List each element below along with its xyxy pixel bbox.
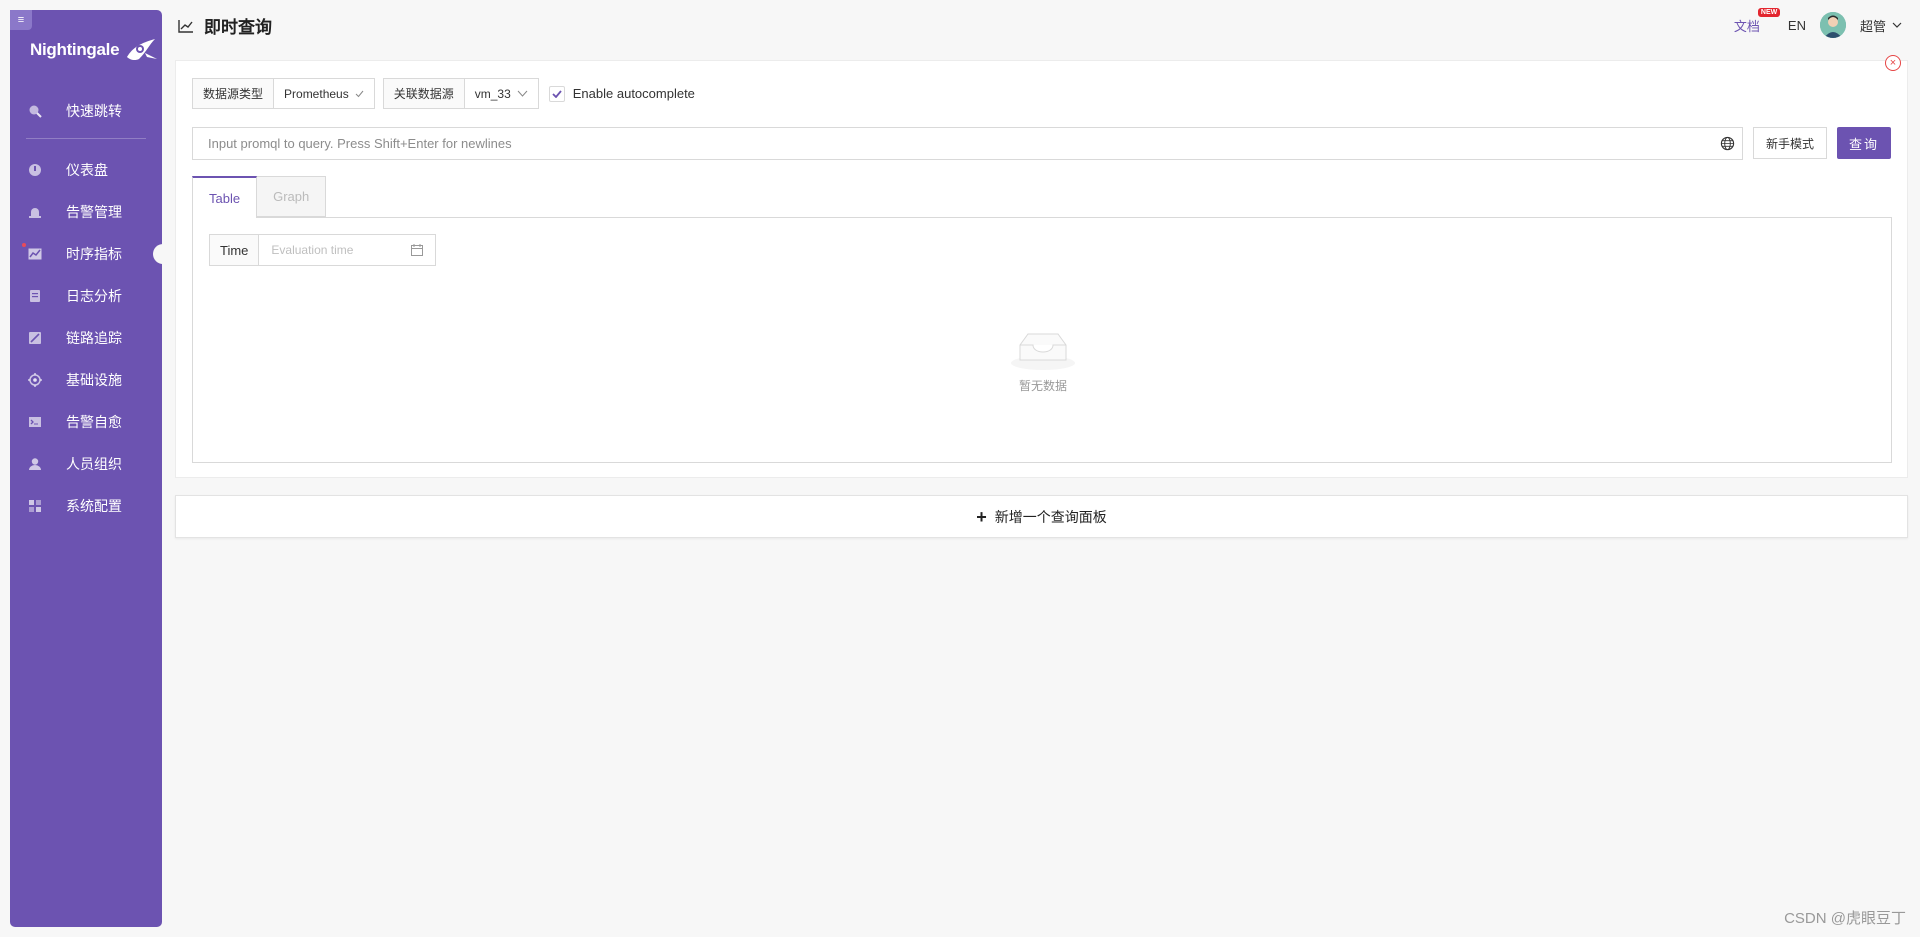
evaluation-time-group: Time Evaluation time: [209, 234, 437, 266]
globe-icon[interactable]: [1720, 136, 1735, 151]
chart-icon: [28, 247, 42, 261]
sidebar-item-self-healing[interactable]: 告警自愈: [10, 401, 162, 443]
query-panel: × 数据源类型 Prometheus 关联数据源 vm_33 Enable au…: [175, 55, 1908, 478]
sidebar-item-dashboard[interactable]: 仪表盘: [10, 149, 162, 191]
sidebar-item-tracing[interactable]: 链路追踪: [10, 317, 162, 359]
sidebar-item-people[interactable]: 人员组织: [10, 443, 162, 485]
novice-mode-button[interactable]: 新手模式: [1753, 127, 1827, 159]
sidebar-item-label: 快速跳转: [66, 103, 122, 119]
chevron-down-icon: [517, 90, 528, 97]
logo[interactable]: Nightingale: [30, 32, 159, 68]
header-actions: 文档 NEW EN 超管: [1733, 7, 1902, 40]
linked-datasource-select[interactable]: vm_33: [463, 78, 539, 109]
terminal-icon: [28, 415, 42, 429]
sidebar-nav: 快速跳转 仪表盘 告警管理 时序指标 日志分析 链路追踪 基础设施 告警自愈 人…: [10, 90, 163, 527]
linked-datasource-label: 关联数据源: [382, 78, 464, 109]
sidebar-item-quick-jump[interactable]: 快速跳转: [10, 90, 162, 132]
sidebar-item-alerts[interactable]: 告警管理: [10, 191, 162, 233]
app-root: ≡ Nightingale 快速跳转 仪表盘 告警管理 时序指标 日志分析 链路…: [0, 0, 1920, 937]
plus-icon: +: [976, 506, 987, 527]
check-icon: [552, 89, 562, 98]
time-label: Time: [209, 234, 259, 266]
autocomplete-toggle[interactable]: Enable autocomplete: [548, 85, 695, 102]
close-panel-icon[interactable]: ×: [1885, 55, 1901, 71]
user-menu[interactable]: 超管: [1860, 16, 1902, 35]
calendar-icon: [411, 244, 424, 256]
trace-icon: [28, 331, 42, 345]
datasource-type-group: 数据源类型 Prometheus: [192, 78, 375, 109]
linked-datasource-value: vm_33: [474, 86, 511, 101]
target-icon: [28, 373, 42, 387]
avatar[interactable]: [1819, 12, 1846, 38]
sidebar-item-infrastructure[interactable]: 基础设施: [10, 359, 162, 401]
page-title-group: 即时查询: [178, 13, 272, 38]
user-icon: [28, 457, 42, 471]
query-input-row: 新手模式 查询: [192, 127, 1892, 160]
grid-icon: [28, 499, 42, 513]
sidebar-item-label: 链路追踪: [66, 330, 122, 346]
sidebar-item-label: 基础设施: [66, 372, 122, 388]
empty-state: 暂无数据: [993, 330, 1093, 394]
line-chart-icon: [178, 19, 193, 33]
dashboard-icon: [28, 163, 42, 177]
nightingale-logo-icon: [127, 39, 158, 61]
promql-input[interactable]: [192, 127, 1743, 160]
menu-toggle-icon[interactable]: ≡: [10, 10, 32, 30]
search-icon: [28, 104, 42, 118]
sidebar-item-label: 仪表盘: [66, 162, 108, 178]
table-tab-content: Time Evaluation time 暂无数据: [192, 217, 1892, 463]
sidebar-item-settings[interactable]: 系统配置: [10, 485, 162, 527]
watermark: CSDN @虎眼豆丁: [1784, 910, 1906, 927]
autocomplete-checkbox[interactable]: [548, 85, 565, 102]
new-badge: NEW: [1757, 7, 1781, 17]
datasource-row: 数据源类型 Prometheus 关联数据源 vm_33 Enable auto…: [192, 78, 695, 109]
datasource-type-label: 数据源类型: [192, 78, 274, 109]
sidebar-item-metrics[interactable]: 时序指标: [10, 233, 163, 275]
active-indicator: [22, 243, 26, 247]
sidebar-item-label: 系统配置: [66, 498, 122, 514]
sidebar: ≡ Nightingale 快速跳转 仪表盘 告警管理 时序指标 日志分析 链路…: [10, 10, 163, 927]
docs-link[interactable]: 文档 NEW: [1733, 7, 1781, 35]
docs-label: 文档: [1733, 18, 1760, 34]
chevron-down-icon: [1892, 22, 1902, 28]
empty-inbox-icon: [1011, 333, 1075, 370]
alarm-icon: [28, 205, 42, 219]
sidebar-divider: [26, 138, 146, 139]
sidebar-item-label: 人员组织: [66, 456, 122, 472]
evaluation-time-picker[interactable]: Evaluation time: [258, 234, 437, 266]
page-title: 即时查询: [204, 18, 272, 37]
autocomplete-label: Enable autocomplete: [572, 86, 695, 101]
result-tabs: Table Graph: [192, 176, 327, 218]
language-switch[interactable]: EN: [1788, 18, 1806, 33]
sidebar-item-label: 日志分析: [66, 288, 122, 304]
empty-text: 暂无数据: [1018, 379, 1067, 393]
tab-table[interactable]: Table: [192, 176, 258, 218]
add-query-panel-button[interactable]: + 新增一个查询面板: [175, 495, 1908, 538]
evaluation-time-placeholder: Evaluation time: [271, 243, 354, 257]
sidebar-item-label: 告警管理: [66, 204, 122, 220]
user-name: 超管: [1859, 18, 1886, 34]
avatar-image: [1819, 12, 1846, 38]
sidebar-item-logs[interactable]: 日志分析: [10, 275, 162, 317]
add-panel-label: 新增一个查询面板: [994, 508, 1107, 525]
sidebar-item-label: 时序指标: [66, 246, 122, 262]
datasource-type-value: Prometheus: [284, 86, 349, 101]
query-button[interactable]: 查询: [1837, 127, 1891, 159]
datasource-type-select[interactable]: Prometheus: [273, 78, 375, 109]
sidebar-item-label: 告警自愈: [66, 414, 122, 430]
check-icon: [355, 90, 364, 97]
document-icon: [28, 289, 42, 303]
linked-datasource-group: 关联数据源 vm_33: [382, 78, 539, 109]
brand-name: Nightingale: [30, 40, 120, 59]
tab-graph[interactable]: Graph: [257, 176, 327, 217]
top-header: 即时查询 文档 NEW EN 超管: [162, 0, 1920, 50]
